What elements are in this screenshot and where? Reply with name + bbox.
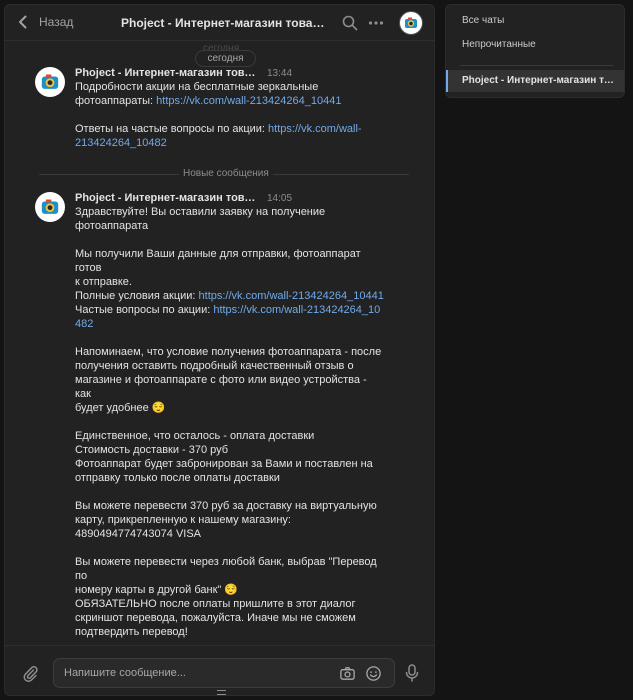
composer: Напишите сообщение... — [5, 645, 434, 695]
sender-name[interactable]: Phoject - Интернет-магазин товаров для д… — [75, 67, 257, 79]
resize-handle[interactable] — [217, 690, 226, 695]
paperclip-icon[interactable] — [21, 664, 39, 682]
camera-logo-icon — [35, 67, 65, 97]
sidebar: Все чаты Непрочитанные Phoject - Интерне… — [445, 4, 625, 98]
message-input[interactable]: Напишите сообщение... — [53, 658, 395, 688]
sender-avatar[interactable] — [35, 192, 65, 222]
message-time: 13:44 — [267, 68, 293, 79]
new-messages-label: Новые сообщения — [179, 168, 273, 179]
avatar[interactable] — [399, 11, 423, 35]
microphone-icon[interactable] — [403, 663, 421, 683]
message-text-part: Частые вопросы по акции: — [75, 304, 211, 316]
message-2: Phoject - Интернет-магазин товаров для д… — [35, 192, 395, 638]
sidebar-item-active-chat[interactable]: Phoject - Интернет-магазин товаров для д… — [446, 70, 624, 92]
sidebar-item-all-chats[interactable]: Все чаты — [446, 11, 624, 31]
message-text-part: Здравствуйте! Вы оставили заявку на полу… — [75, 206, 361, 302]
chat-title[interactable]: Phoject - Интернет-магазин товаров для д… — [121, 16, 327, 30]
chat-header: Назад Phoject - Интернет-магазин товаров… — [5, 5, 434, 41]
date-separator: сегодня — [195, 50, 256, 67]
back-label: Назад — [39, 15, 74, 29]
sidebar-separator — [460, 65, 614, 66]
message-link[interactable]: https://vk.com/wall-213424264_10441 — [199, 290, 384, 302]
message-text-part: Напоминаем, что условие получения фотоап… — [75, 346, 382, 638]
message-input-placeholder: Напишите сообщение... — [64, 667, 186, 679]
search-icon[interactable] — [341, 14, 359, 32]
sender-name[interactable]: Phoject - Интернет-магазин товаров для д… — [75, 192, 257, 204]
back-button[interactable]: Назад — [15, 14, 73, 30]
message-1: Phoject - Интернет-магазин товаров для д… — [35, 67, 395, 157]
more-icon[interactable] — [367, 14, 385, 32]
chat-panel: Назад Phoject - Интернет-магазин товаров… — [4, 4, 435, 696]
message-text: Здравствуйте! Вы оставили заявку на полу… — [75, 205, 385, 639]
message-link[interactable]: https://vk.com/wall-213424264_10441 — [156, 95, 341, 107]
message-time: 14:05 — [267, 193, 293, 204]
message-text: Подробности акции на бесплатные зеркальн… — [75, 80, 375, 150]
new-messages-divider: Новые сообщения — [39, 168, 413, 179]
camera-icon[interactable] — [339, 665, 356, 682]
camera-logo-icon — [400, 12, 422, 34]
sender-avatar[interactable] — [35, 67, 65, 97]
camera-logo-icon — [35, 192, 65, 222]
emoji-icon[interactable] — [365, 665, 382, 682]
chevron-left-icon — [19, 15, 27, 29]
sidebar-item-unread[interactable]: Непрочитанные — [446, 35, 624, 55]
message-text-part: Ответы на частые вопросы по акции: — [75, 123, 265, 135]
